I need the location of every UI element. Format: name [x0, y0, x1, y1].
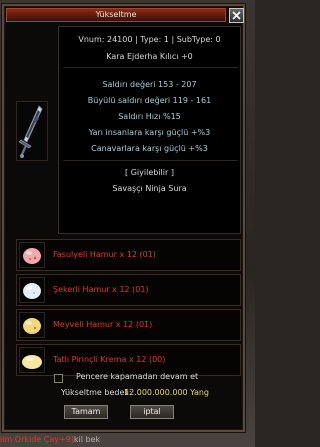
cost-value: 12.000.000.000 Yang: [124, 388, 209, 397]
pink-dough-icon: [19, 242, 45, 268]
stat-line: Büyülü saldırı değeri 119 - 161: [87, 96, 212, 105]
class-restriction: Savaşçı Ninja Sura: [112, 184, 187, 193]
white-dough-icon: [19, 277, 45, 303]
window-title: Yükseltme: [95, 10, 137, 19]
separator: [63, 67, 238, 68]
keep-open-label: Pencere kapamadan devam et: [76, 372, 199, 381]
material-label: Tatlı Pirinçli Krema x 12 (00): [53, 355, 166, 364]
separator: [63, 160, 238, 161]
stat-line: Canavarlara karşı güçlü +%3: [91, 144, 208, 153]
stat-line: Saldırı Hızı %15: [118, 112, 181, 121]
item-name: Kara Ejderha Kılıcı +0: [106, 52, 193, 61]
vnum-line: Vnum: 24100 | Type: 1 | SubType: 0: [78, 35, 221, 44]
title-bar[interactable]: Yükseltme: [6, 8, 226, 22]
cancel-button[interactable]: iptal: [130, 405, 174, 419]
cream-dough-icon: [19, 347, 45, 373]
close-icon: [232, 11, 241, 20]
chat-text: lim Orkide Çay+9]kil bek: [0, 433, 255, 447]
material-label: Şekerli Hamur x 12 (01): [53, 285, 149, 294]
yellow-dough-icon: [19, 312, 45, 338]
keep-open-checkbox[interactable]: [54, 374, 63, 383]
material-label: Fasulyeli Hamur x 12 (01): [53, 250, 156, 259]
material-row[interactable]: Meyveli Hamur x 12 (01): [16, 309, 241, 341]
item-tooltip: Vnum: 24100 | Type: 1 | SubType: 0 Kara …: [58, 26, 241, 234]
upgrade-window: Yükseltme Vnum: 24100 | Type: 1 | SubTyp…: [2, 4, 245, 432]
material-row[interactable]: Şekerli Hamur x 12 (01): [16, 274, 241, 306]
wearable-label: [ Giyilebilir ]: [125, 168, 174, 177]
sword-icon: [18, 105, 43, 158]
chat-item-link[interactable]: lim Orkide Çay+9]: [0, 435, 74, 444]
stat-line: Saldırı değeri 153 - 207: [102, 80, 197, 89]
stat-line: Yarı insanlara karşı güçlü +%3: [88, 128, 211, 137]
close-button[interactable]: [229, 8, 244, 23]
ok-button[interactable]: Tamam: [64, 405, 108, 419]
cost-label: Yükseltme bedeli:: [61, 388, 132, 397]
chat-grey-text: kil bek: [73, 435, 101, 444]
material-label: Meyveli Hamur x 12 (01): [53, 320, 153, 329]
material-row[interactable]: Fasulyeli Hamur x 12 (01): [16, 239, 241, 271]
item-slot[interactable]: [16, 101, 48, 161]
